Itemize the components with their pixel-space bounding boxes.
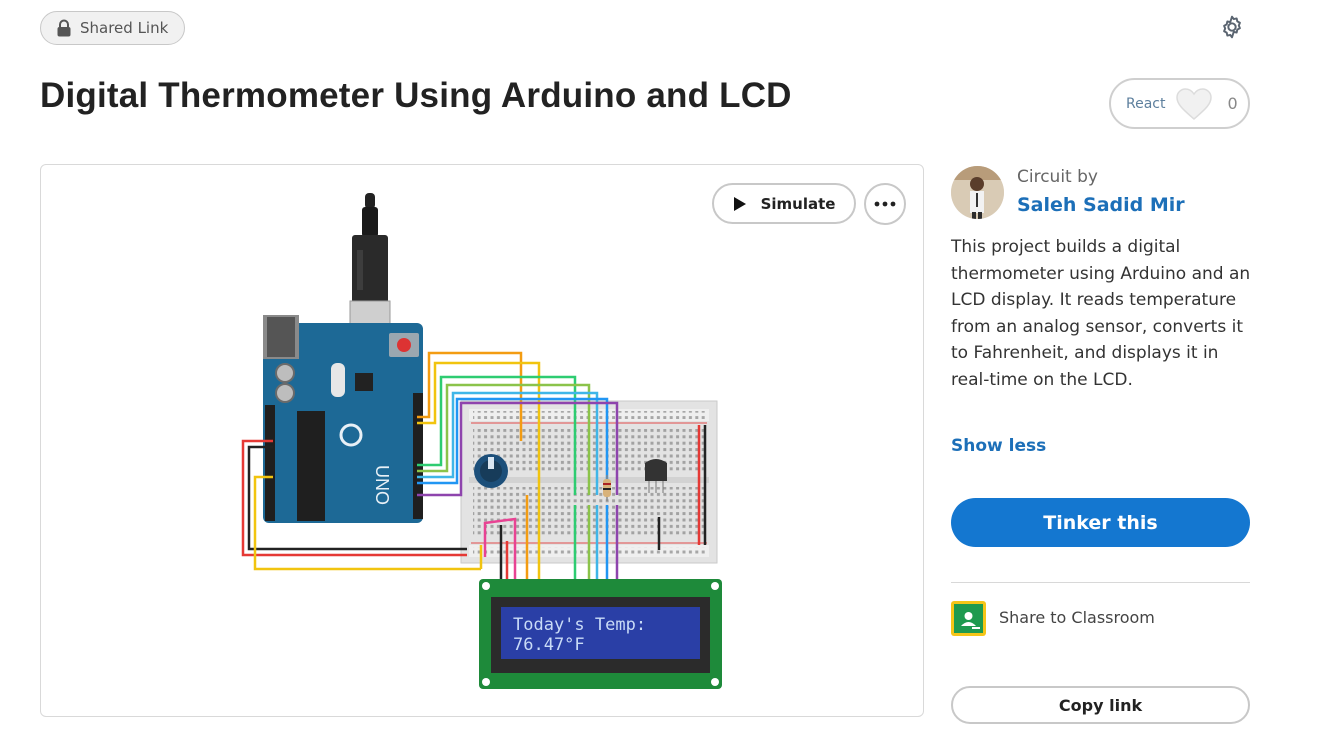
show-less-link[interactable]: Show less	[951, 436, 1046, 456]
circuit-diagram: UNO Today's Temp: 76.47°F	[241, 193, 722, 689]
share-to-classroom-link[interactable]: Share to Classroom	[999, 608, 1155, 627]
circuit-by-label: Circuit by	[1017, 167, 1098, 187]
circuit-canvas[interactable]: UNO Today's Temp: 76.47°F Simulate	[40, 164, 924, 717]
shared-link-label: Shared Link	[80, 19, 169, 37]
lcd-line-2: 76.47°F	[513, 635, 585, 655]
play-icon	[733, 196, 746, 211]
tinker-this-button[interactable]: Tinker this	[951, 498, 1250, 547]
page-title: Digital Thermometer Using Arduino and LC…	[40, 76, 792, 115]
react-button[interactable]: React 0	[1109, 78, 1250, 129]
project-description: This project builds a digital thermomete…	[951, 237, 1251, 390]
lcd-line-1: Today's Temp:	[513, 615, 646, 635]
react-label: React	[1126, 95, 1166, 112]
arduino-uno-board: UNO	[263, 315, 423, 523]
potentiometer	[474, 454, 508, 488]
more-dots-icon	[874, 201, 896, 207]
svg-text:UNO: UNO	[372, 465, 392, 505]
simulate-button[interactable]: Simulate	[712, 183, 856, 224]
google-classroom-icon[interactable]	[951, 601, 986, 636]
shared-link-badge[interactable]: Shared Link	[40, 11, 185, 45]
gear-icon[interactable]	[1219, 14, 1245, 40]
author-link[interactable]: Saleh Sadid Mir	[1017, 194, 1185, 216]
copy-link-button[interactable]: Copy link	[951, 686, 1250, 724]
lcd-module: Today's Temp: 76.47°F	[479, 579, 722, 689]
author-photo	[951, 166, 1004, 219]
simulate-label: Simulate	[760, 194, 836, 213]
divider	[951, 582, 1250, 583]
more-options-button[interactable]	[864, 183, 906, 225]
heart-icon	[1176, 87, 1213, 120]
lock-icon	[57, 19, 71, 37]
react-count: 0	[1227, 94, 1238, 113]
avatar[interactable]	[951, 166, 1004, 219]
